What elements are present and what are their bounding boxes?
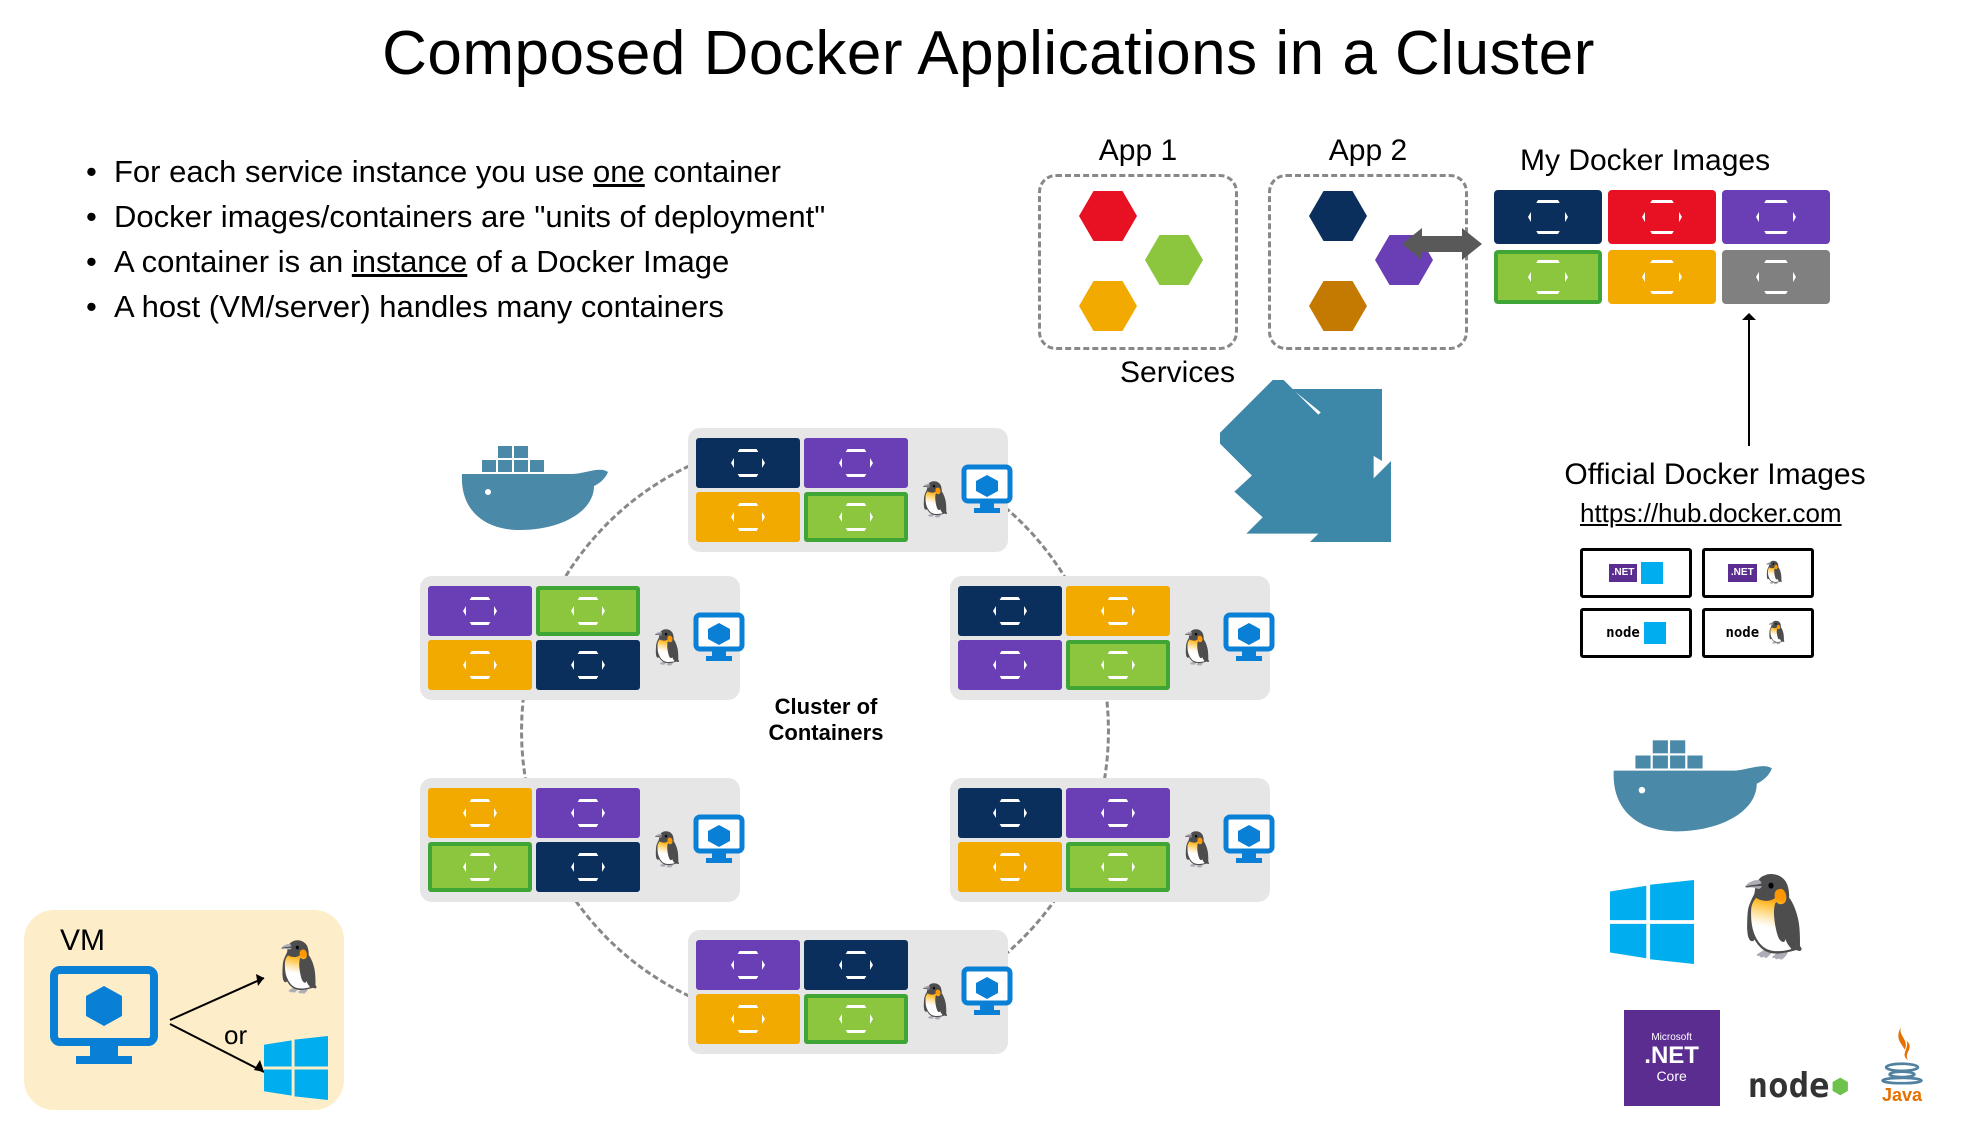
container-box [958, 842, 1062, 892]
linux-icon: 🐧 [1724, 870, 1824, 964]
double-arrow-icon [1402, 226, 1482, 262]
official-image-tile: node🐧 [1702, 608, 1814, 658]
hex-icon [1079, 191, 1137, 241]
cluster-node: 🐧 [688, 930, 1008, 1054]
official-image-tile: .NET [1580, 548, 1692, 598]
bullet-item: Docker images/containers are "units of d… [80, 195, 825, 240]
linux-icon: 🐧 [914, 483, 956, 517]
container-box [804, 994, 908, 1044]
java-logo: Java [1877, 1023, 1927, 1106]
page-title: Composed Docker Applications in a Cluste… [0, 0, 1977, 89]
container-box [1066, 640, 1170, 690]
container-box [1066, 586, 1170, 636]
linux-icon: 🐧 [268, 938, 330, 997]
official-image-tile: .NET🐧 [1702, 548, 1814, 598]
hex-icon [1079, 281, 1137, 331]
app1: App 1 [1038, 134, 1238, 350]
official-images-grid: .NET .NET🐧 node node🐧 [1580, 548, 1814, 658]
container-box [536, 586, 640, 636]
cluster-node: 🐧 [420, 576, 740, 700]
my-images-label: My Docker Images [1520, 144, 1770, 178]
linux-icon: 🐧 [1761, 560, 1788, 586]
monitor-icon [692, 611, 750, 665]
bullet-item: A host (VM/server) handles many containe… [80, 285, 825, 330]
bullet-item: A container is an instance of a Docker I… [80, 240, 825, 285]
official-image-tile: node [1580, 608, 1692, 658]
monitor-icon [960, 965, 1018, 1019]
big-arrow-icon [1220, 380, 1400, 560]
docker-image-box [1722, 190, 1830, 244]
container-box [536, 640, 640, 690]
docker-image-box [1608, 190, 1716, 244]
container-box [804, 438, 908, 488]
monitor-icon [692, 813, 750, 867]
monitor-icon [1222, 611, 1280, 665]
node-logo: node⬢ [1748, 1066, 1849, 1106]
cluster-node: 🐧 [420, 778, 740, 902]
my-images-grid [1494, 190, 1830, 304]
app2-box [1268, 174, 1468, 350]
docker-whale-icon [1600, 710, 1790, 840]
monitor-icon [48, 964, 168, 1074]
app1-box [1038, 174, 1238, 350]
container-box [804, 940, 908, 990]
linux-icon: 🐧 [1176, 631, 1218, 665]
container-box [428, 842, 532, 892]
tech-logos: Microsoft.NETCore node⬢ Java [1624, 1010, 1927, 1106]
cluster-node: 🐧 [950, 778, 1270, 902]
hex-icon [1309, 191, 1367, 241]
linux-icon: 🐧 [914, 985, 956, 1019]
container-box [696, 438, 800, 488]
windows-icon [264, 1036, 328, 1105]
services-label: Services [1120, 356, 1235, 390]
cluster-node: 🐧 [950, 576, 1270, 700]
docker-image-box [1608, 250, 1716, 304]
hex-icon [1145, 235, 1203, 285]
linux-icon: 🐧 [646, 833, 688, 867]
or-label: or [224, 1020, 247, 1051]
container-box [696, 492, 800, 542]
windows-icon [1641, 562, 1663, 584]
container-box [536, 842, 640, 892]
up-arrow-icon [1748, 316, 1750, 446]
docker-hub-link[interactable]: https://hub.docker.com [1580, 498, 1842, 529]
bullet-list: For each service instance you use one co… [80, 150, 825, 330]
linux-icon: 🐧 [1176, 833, 1218, 867]
container-box [958, 586, 1062, 636]
linux-icon: 🐧 [1763, 620, 1790, 646]
cluster-node: 🐧 [688, 428, 1008, 552]
monitor-icon [960, 463, 1018, 517]
container-box [958, 788, 1062, 838]
container-box [804, 492, 908, 542]
windows-icon [1610, 880, 1694, 969]
container-box [1066, 842, 1170, 892]
container-box [428, 586, 532, 636]
container-box [428, 640, 532, 690]
docker-whale-icon [452, 418, 622, 538]
container-box [536, 788, 640, 838]
bullet-item: For each service instance you use one co… [80, 150, 825, 195]
windows-icon [1644, 622, 1666, 644]
hex-icon [1309, 281, 1367, 331]
container-box [958, 640, 1062, 690]
container-box [1066, 788, 1170, 838]
linux-icon: 🐧 [646, 631, 688, 665]
app2-label: App 2 [1268, 134, 1468, 168]
docker-image-box [1494, 190, 1602, 244]
netcore-logo: Microsoft.NETCore [1624, 1010, 1720, 1106]
official-images-label: Official Docker Images [1520, 458, 1910, 492]
vm-legend: VM 🐧 or [24, 910, 344, 1110]
cluster-label: Cluster ofContainers [756, 694, 896, 746]
container-box [428, 788, 532, 838]
docker-image-box [1722, 250, 1830, 304]
container-box [696, 940, 800, 990]
app1-label: App 1 [1038, 134, 1238, 168]
container-box [696, 994, 800, 1044]
monitor-icon [1222, 813, 1280, 867]
docker-image-box [1494, 250, 1602, 304]
